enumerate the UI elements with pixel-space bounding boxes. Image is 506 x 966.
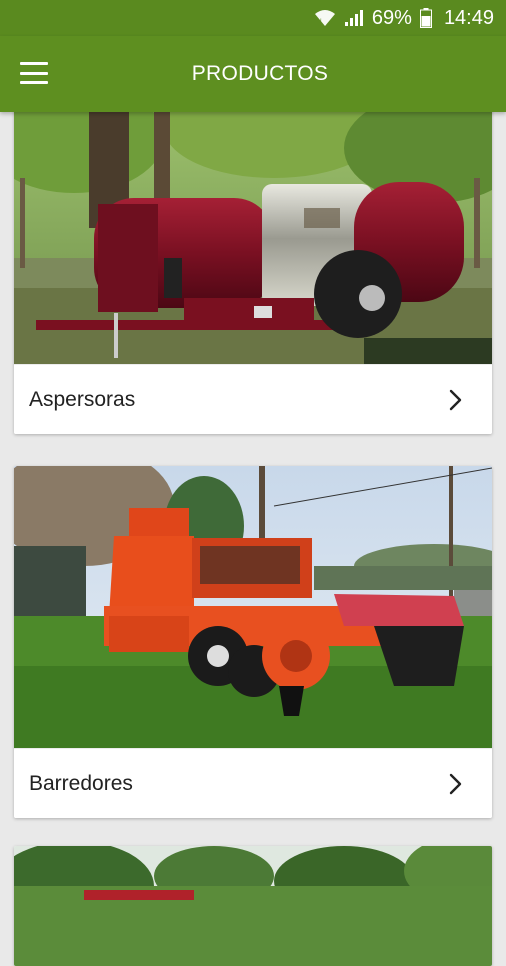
product-card-barredores[interactable]: Barredores — [14, 466, 492, 818]
product-card-3[interactable] — [14, 846, 492, 966]
chevron-right-icon — [449, 389, 462, 410]
status-time: 14:49 — [443, 6, 494, 29]
product-card-aspersoras[interactable]: Aspersoras — [14, 108, 492, 434]
battery-icon — [419, 8, 432, 28]
product-label: Barredores — [29, 771, 133, 795]
signal-icon — [344, 10, 363, 26]
product-image-barredores — [14, 466, 492, 748]
wifi-icon: ! — [314, 10, 335, 26]
card-footer: Aspersoras — [14, 364, 492, 434]
page-title: PRODUCTOS — [191, 62, 329, 85]
status-bar: ! 69% 14:49 — [0, 0, 506, 36]
card-footer: Barredores — [14, 748, 492, 818]
chevron-right-icon — [449, 773, 462, 794]
product-image-aspersoras — [14, 108, 492, 364]
product-image-3 — [14, 846, 492, 966]
product-label: Aspersoras — [29, 387, 136, 411]
battery-percent: 69% — [371, 6, 412, 29]
app-bar: PRODUCTOS — [0, 36, 506, 112]
